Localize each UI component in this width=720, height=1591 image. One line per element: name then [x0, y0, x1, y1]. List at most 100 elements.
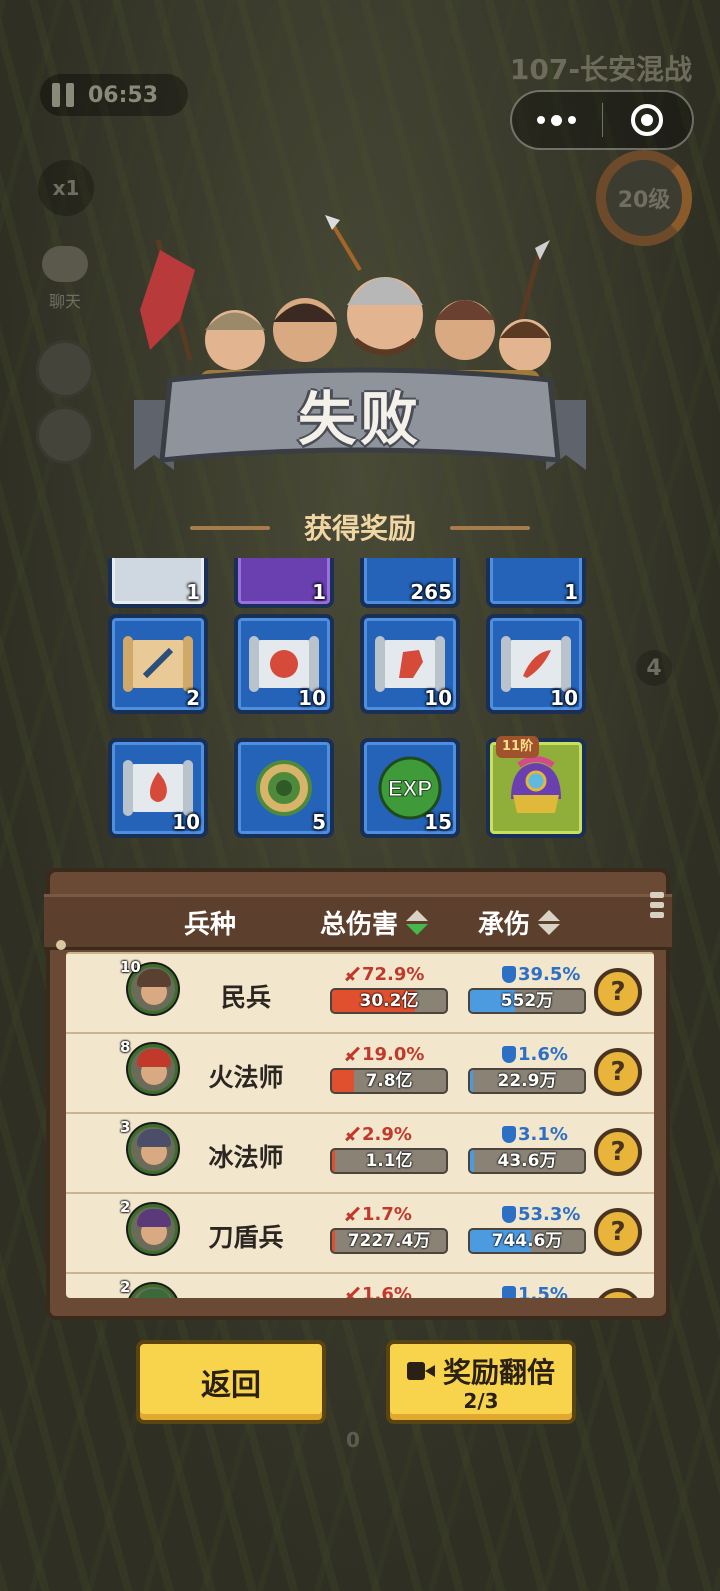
damage-stats-panel: 兵种 总伤害 承伤 10 民兵 72.9% 30.2亿 39.5% 552万? 8 火法师 19… — [44, 868, 672, 1320]
damage-percent: 1.6% — [344, 1284, 412, 1298]
heading-ornament-right — [450, 526, 530, 530]
shield-icon — [502, 966, 516, 983]
unit-level: 8 — [120, 1038, 131, 1056]
unit-level: 2 — [120, 1278, 131, 1296]
question-icon: ? — [610, 1297, 625, 1298]
unit-name: 刀盾兵 — [208, 1223, 284, 1252]
reward-item-blade-scroll[interactable]: 10 — [486, 614, 586, 714]
unit-help-button[interactable]: ? — [594, 968, 642, 1016]
reward-item-sword-scroll[interactable]: 2 — [108, 614, 208, 714]
question-icon: ? — [610, 977, 626, 1007]
damage-percent: 1.7% — [344, 1204, 412, 1225]
unit-help-button[interactable]: ? — [594, 1208, 642, 1256]
taken-bar: 744.6万 — [468, 1228, 586, 1254]
timer-pill: 06:53 — [40, 74, 188, 116]
taken-percent: 39.5% — [502, 964, 580, 985]
damage-bar: 1.1亿 — [330, 1148, 448, 1174]
damage-value: 7.8亿 — [365, 1071, 413, 1091]
reward-row-1: 2 10 10 10 — [108, 614, 586, 714]
double-reward-label: 奖励翻倍 — [442, 1356, 555, 1389]
sword-scroll-icon — [123, 636, 193, 692]
taken-percent: 1.5% — [502, 1284, 568, 1298]
unit-name: 民兵 — [220, 983, 271, 1012]
reward-item-axe-scroll[interactable]: 10 — [234, 614, 334, 714]
damage-value: 7227.4万 — [347, 1231, 431, 1251]
col-damage-taken: 承伤 — [478, 909, 531, 940]
shield-icon — [502, 1046, 516, 1063]
side-skill-icon — [36, 340, 94, 398]
damage-bar: 7.8亿 — [330, 1068, 448, 1094]
sort-by-taken[interactable]: 承伤 — [478, 904, 561, 941]
reward-item[interactable]: 1 — [234, 558, 334, 608]
sort-by-damage[interactable]: 总伤害 — [320, 904, 429, 941]
unit-avatar — [128, 1044, 178, 1094]
taken-value: 744.6万 — [491, 1231, 563, 1251]
taken-percent: 1.6% — [502, 1044, 568, 1065]
reward-grid[interactable]: 1 1 265 1 2 10 10 10 10 5 EXP 15 11阶 — [108, 558, 612, 848]
damage-percent: 19.0% — [344, 1044, 424, 1065]
side-hero-icon — [36, 406, 94, 464]
unit-avatar — [128, 1124, 178, 1174]
close-miniprogram-button[interactable] — [603, 104, 693, 136]
jade-ring-icon — [256, 760, 312, 816]
reward-item[interactable]: 1 — [108, 558, 208, 608]
more-dots-icon — [537, 114, 577, 126]
rewards-heading: 获得奖励 — [303, 512, 416, 545]
result-title: 失败 — [297, 385, 422, 453]
damage-value: 30.2亿 — [359, 991, 419, 1011]
helmet-icon — [511, 756, 561, 813]
pause-icon — [52, 83, 74, 107]
unit-avatar — [128, 1284, 178, 1298]
unit-stats-list[interactable]: 10 民兵 72.9% 30.2亿 39.5% 552万? 8 火法师 19.0% 7.8亿 1.6… — [66, 952, 654, 1298]
double-reward-count: 2/3 — [463, 1389, 499, 1413]
rivet — [56, 940, 66, 950]
unit-level: 2 — [120, 1198, 131, 1216]
taken-bar: 43.6万 — [468, 1148, 586, 1174]
reward-item[interactable]: 265 — [360, 558, 460, 608]
back-button[interactable]: 返回 — [136, 1340, 326, 1424]
col-total-damage: 总伤害 — [320, 909, 399, 940]
damage-bar: 30.2亿 — [330, 988, 448, 1014]
exp-label: EXP — [388, 776, 432, 801]
side-count: 4 — [636, 650, 672, 686]
taken-value: 552万 — [500, 991, 554, 1011]
question-icon: ? — [610, 1217, 626, 1247]
more-menu-button[interactable] — [512, 114, 602, 126]
reward-row-2: 10 5 EXP 15 11阶 — [108, 736, 586, 838]
taken-value: 43.6万 — [497, 1151, 557, 1171]
reward-item[interactable]: 1 — [486, 558, 586, 608]
question-icon: ? — [610, 1057, 626, 1087]
damage-bar: 7227.4万 — [330, 1228, 448, 1254]
taken-percent: 3.1% — [502, 1124, 568, 1145]
double-reward-label-row: 奖励翻倍 — [406, 1351, 555, 1391]
unit-help-button[interactable]: ? — [594, 1288, 642, 1298]
unit-help-button[interactable]: ? — [594, 1048, 642, 1096]
stats-table-header: 兵种 总伤害 承伤 — [44, 894, 672, 950]
speed-toggle: x1 — [38, 160, 94, 216]
shield-icon — [502, 1286, 516, 1298]
reward-item-fire-scroll[interactable]: 10 — [108, 738, 208, 838]
sword-icon — [344, 1207, 360, 1223]
double-reward-button[interactable]: 奖励翻倍 2/3 — [386, 1340, 576, 1424]
sword-icon — [344, 967, 360, 983]
reward-item-jade-ring[interactable]: 5 — [234, 738, 334, 838]
taken-bar: 22.9万 — [468, 1068, 586, 1094]
taken-percent: 53.3% — [502, 1204, 580, 1225]
unit-level: 10 — [120, 958, 141, 976]
reward-row-0: 1 1 265 1 — [108, 558, 586, 608]
reward-item-exp[interactable]: EXP 15 — [360, 738, 460, 838]
sword-icon — [344, 1047, 360, 1063]
shield-icon — [502, 1206, 516, 1223]
panel-scroll-handle[interactable] — [646, 892, 668, 942]
sword-icon — [344, 1287, 360, 1299]
chat-label: 聊天 — [48, 292, 81, 311]
unit-row: 10 民兵 72.9% 30.2亿 39.5% 552万? — [66, 952, 654, 1032]
unit-row: 3 冰法师 2.9% 1.1亿 3.1% 43.6万? — [66, 1112, 654, 1192]
reward-item-horse-scroll[interactable]: 10 — [360, 614, 460, 714]
unit-help-button[interactable]: ? — [594, 1128, 642, 1176]
unit-row: 2 刀盾兵 1.7% 7227.4万 53.3% 744.6万? — [66, 1192, 654, 1272]
tier-badge: 11阶 — [496, 736, 540, 758]
damage-percent: 2.9% — [344, 1124, 412, 1145]
unit-name: 火法师 — [208, 1063, 284, 1092]
reward-item-helmet[interactable]: 11阶 — [486, 736, 586, 838]
